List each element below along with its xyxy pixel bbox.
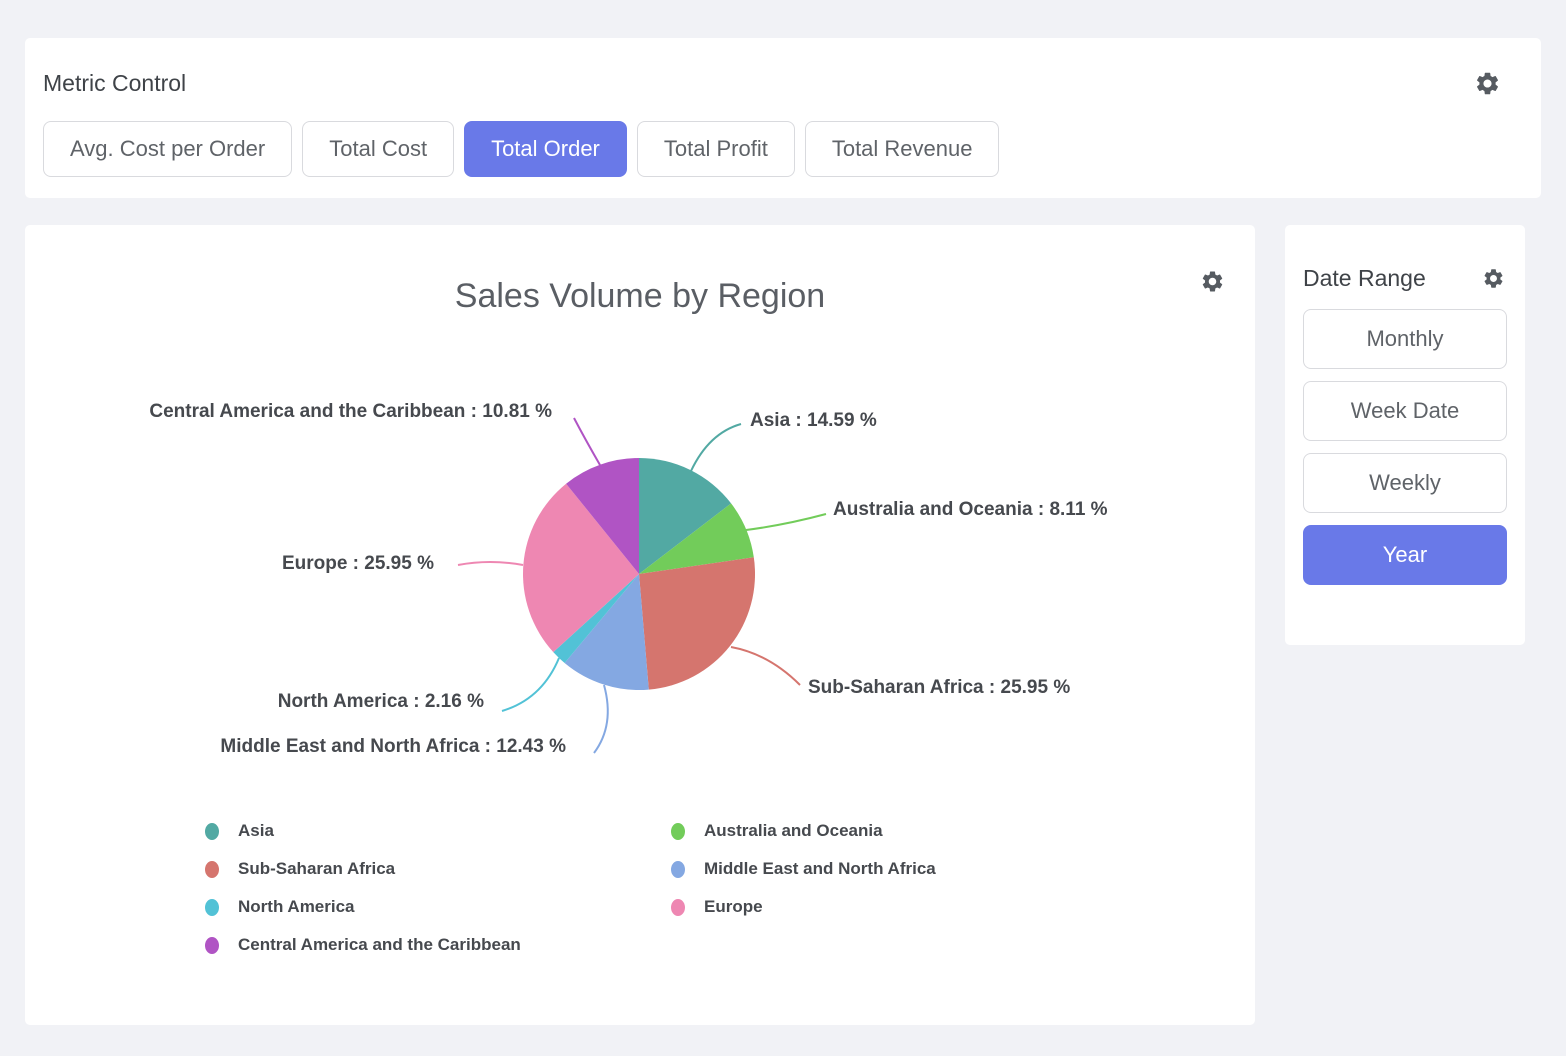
pie-leader-line xyxy=(458,562,523,565)
pie-chart: Asia : 14.59 % Australia and Oceania : 8.… xyxy=(25,225,1255,1025)
date-range-button-weekly[interactable]: Weekly xyxy=(1303,453,1507,513)
date-range-button-monthly[interactable]: Monthly xyxy=(1303,309,1507,369)
legend-label: North America xyxy=(238,897,355,917)
metric-button-total-profit[interactable]: Total Profit xyxy=(637,121,795,177)
pie-label-central-america-and-the-caribbean: Central America and the Caribbean : 10.8… xyxy=(149,401,552,423)
metric-button-avg-cost-per-order[interactable]: Avg. Cost per Order xyxy=(43,121,292,177)
pie-label-asia: Asia : 14.59 % xyxy=(750,410,877,432)
pie-leader-line xyxy=(574,418,600,465)
legend-item-australia-and-oceania[interactable]: Australia and Oceania xyxy=(671,821,883,841)
gear-icon xyxy=(1474,70,1501,97)
date-range-button-year[interactable]: Year xyxy=(1303,525,1507,585)
date-range-button-group: Monthly Week Date Weekly Year xyxy=(1303,309,1507,585)
metric-button-total-cost[interactable]: Total Cost xyxy=(302,121,454,177)
legend-swatch-icon xyxy=(671,861,685,878)
legend-swatch-icon xyxy=(205,861,219,878)
metric-settings-gear-icon[interactable] xyxy=(1474,70,1501,97)
legend-item-middle-east-and-north-africa[interactable]: Middle East and North Africa xyxy=(671,859,936,879)
pie-leader-line xyxy=(502,658,559,711)
legend-label: Europe xyxy=(704,897,763,917)
legend-label: Australia and Oceania xyxy=(704,821,883,841)
legend-label: Asia xyxy=(238,821,274,841)
sales-chart-panel: Sales Volume by Region Asia : 14.59 %Aus… xyxy=(25,225,1255,1025)
metric-button-total-order[interactable]: Total Order xyxy=(464,121,627,177)
legend-label: Central America and the Caribbean xyxy=(238,935,521,955)
legend-label: Middle East and North Africa xyxy=(704,859,936,879)
date-settings-gear-icon[interactable] xyxy=(1482,267,1505,290)
metric-button-group: Avg. Cost per OrderTotal CostTotal Order… xyxy=(43,121,999,177)
legend-label: Sub-Saharan Africa xyxy=(238,859,395,879)
metric-button-total-revenue[interactable]: Total Revenue xyxy=(805,121,1000,177)
pie-label-australia-and-oceania: Australia and Oceania : 8.11 % xyxy=(833,499,1108,521)
legend-item-sub-saharan-africa[interactable]: Sub-Saharan Africa xyxy=(205,859,395,879)
pie-slice-sub-saharan-africa[interactable] xyxy=(639,557,755,689)
pie-label-north-america: North America : 2.16 % xyxy=(278,691,484,713)
date-range-panel: Date Range Monthly Week Date Weekly Year xyxy=(1285,225,1525,645)
legend-swatch-icon xyxy=(205,899,219,916)
legend-swatch-icon xyxy=(205,823,219,840)
metric-control-panel: Metric Control Avg. Cost per OrderTotal … xyxy=(25,38,1541,198)
legend-item-north-america[interactable]: North America xyxy=(205,897,355,917)
pie-label-middle-east-and-north-africa: Middle East and North Africa : 12.43 % xyxy=(220,736,566,758)
date-range-button-week-date[interactable]: Week Date xyxy=(1303,381,1507,441)
legend-swatch-icon xyxy=(671,823,685,840)
legend-swatch-icon xyxy=(205,937,219,954)
pie-leader-line xyxy=(691,424,741,471)
legend-item-europe[interactable]: Europe xyxy=(671,897,763,917)
legend-item-asia[interactable]: Asia xyxy=(205,821,274,841)
pie-leader-line xyxy=(731,647,800,685)
legend-item-central-america-and-the-caribbean[interactable]: Central America and the Caribbean xyxy=(205,935,521,955)
gear-icon xyxy=(1482,267,1505,290)
legend-swatch-icon xyxy=(671,899,685,916)
pie-leader-line xyxy=(746,514,826,530)
pie-leader-line xyxy=(594,685,608,753)
pie-label-sub-saharan-africa: Sub-Saharan Africa : 25.95 % xyxy=(808,677,1070,699)
date-range-title: Date Range xyxy=(1303,265,1426,292)
metric-control-title: Metric Control xyxy=(43,70,186,97)
pie-label-europe: Europe : 25.95 % xyxy=(282,553,434,575)
